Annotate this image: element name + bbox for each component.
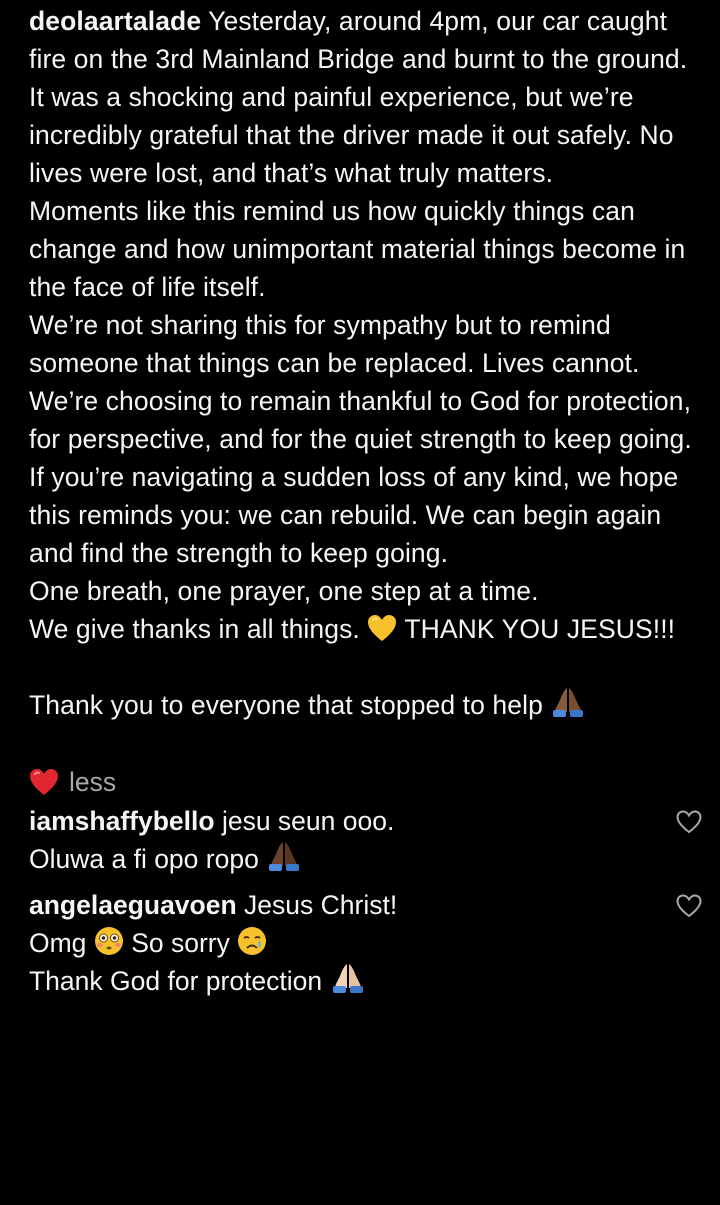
comment-line: Omg So sorry <box>29 924 634 962</box>
caption-paragraph: If you’re navigating a sudden loss of an… <box>29 462 679 568</box>
comment-line: iamshaffybello jesu seun ooo. <box>29 802 634 840</box>
comment-text: Omg <box>29 928 87 958</box>
comment-text: So sorry <box>131 928 230 958</box>
folded-hands-light-icon <box>332 964 363 993</box>
flushed-face-icon <box>94 927 123 955</box>
caption-paragraph: We’re not sharing this for sympathy but … <box>29 310 640 378</box>
caption-paragraph: We’re choosing to remain thankful to God… <box>29 386 692 454</box>
red-heart-icon <box>30 769 58 795</box>
post-username[interactable]: deolaartalade <box>29 6 201 36</box>
like-heart-icon[interactable] <box>676 810 702 834</box>
comment-text: jesu seun ooo. <box>221 806 395 836</box>
closing-text: Thank you to everyone that stopped to he… <box>29 690 543 720</box>
thanks-jesus-text: THANK YOU JESUS!!! <box>404 614 676 644</box>
comment-username[interactable]: iamshaffybello <box>29 806 215 836</box>
comment-line: Oluwa a fi opo ropo <box>29 840 634 878</box>
comment-item: iamshaffybello jesu seun ooo. Oluwa a fi… <box>29 802 702 878</box>
comment-text: Oluwa a fi opo ropo <box>29 844 259 874</box>
caption-gap <box>29 724 694 762</box>
caption-intro: deolaartalade Yesterday, around 4pm, our… <box>29 2 694 78</box>
caption-paragraph: Moments like this remind us how quickly … <box>29 196 686 302</box>
comment-username[interactable]: angelaeguavoen <box>29 890 237 920</box>
comment-line: Thank God for protection <box>29 962 634 1000</box>
caption-thanks: We give thanks in all things. THANK YOU … <box>29 610 694 648</box>
caption-paragraph: It was a shocking and painful experience… <box>29 82 674 188</box>
post-view: deolaartalade Yesterday, around 4pm, our… <box>0 0 720 1205</box>
post-caption: deolaartalade Yesterday, around 4pm, our… <box>29 0 694 762</box>
like-heart-icon[interactable] <box>676 894 702 918</box>
less-row: less <box>29 762 694 802</box>
caption-paragraph: One breath, one prayer, one step at a ti… <box>29 576 539 606</box>
less-button[interactable]: less <box>69 767 116 798</box>
yellow-heart-icon <box>368 615 397 641</box>
thanks-text: We give thanks in all things. <box>29 614 360 644</box>
folded-hands-dark-icon <box>269 842 300 871</box>
caption-gap <box>29 648 694 686</box>
comment-text: Thank God for protection <box>29 966 323 996</box>
comment-text: Jesus Christ! <box>244 890 398 920</box>
crying-face-icon <box>238 927 267 955</box>
caption-closing: Thank you to everyone that stopped to he… <box>29 686 694 724</box>
comment-item: angelaeguavoen Jesus Christ! Omg So sorr… <box>29 886 702 1000</box>
comment-line: angelaeguavoen Jesus Christ! <box>29 886 634 924</box>
folded-hands-dark-icon <box>553 688 584 717</box>
